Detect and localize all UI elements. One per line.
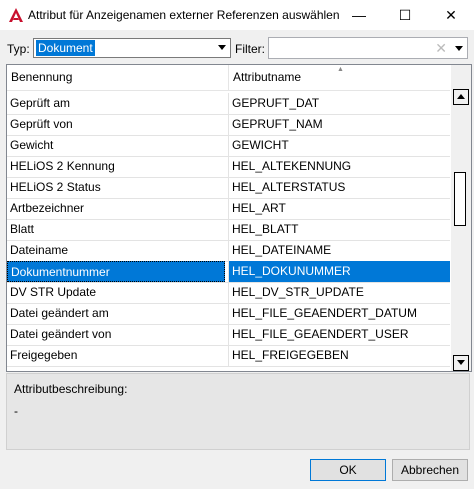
cell-attributname[interactable]: HEL_FREIGEGEBEN xyxy=(229,345,450,366)
cell-attributname[interactable]: GEWICHT xyxy=(229,135,450,156)
cell-attributname[interactable]: GEPRUFT_DAT xyxy=(229,93,450,114)
filter-toolbar: Typ: Dokument Filter: ✕ xyxy=(0,36,474,60)
cell-attributname[interactable]: HEL_DATEINAME xyxy=(229,240,450,261)
table-row[interactable]: Geprüft am GEPRUFT_DAT xyxy=(7,93,450,115)
title-bar: Attribut für Anzeigenamen externer Refer… xyxy=(0,0,474,30)
sort-ascending-icon: ▲ xyxy=(337,66,344,73)
column-header-attributname[interactable]: Attributname xyxy=(229,65,301,90)
clear-icon[interactable]: ✕ xyxy=(435,40,447,57)
table-row[interactable]: HELiOS 2 Kennung HEL_ALTEKENNUNG xyxy=(7,156,450,178)
cell-benennung[interactable]: Artbezeichner xyxy=(7,198,228,219)
grid-header: Benennung Attributname ▲ xyxy=(7,65,450,91)
minimize-button[interactable]: — xyxy=(336,0,382,30)
table-row[interactable]: Datei geändert am HEL_FILE_GEAENDERT_DATU… xyxy=(7,303,450,325)
cell-benennung[interactable]: Freigegeben xyxy=(7,345,228,366)
filter-combobox[interactable]: ✕ xyxy=(268,37,468,59)
table-row[interactable]: Gewicht GEWICHT xyxy=(7,135,450,157)
cell-attributname[interactable]: HEL_ART xyxy=(229,198,450,219)
cancel-button[interactable]: Abbrechen xyxy=(392,459,468,481)
autocad-a-icon xyxy=(9,8,23,22)
cell-attributname[interactable]: HEL_DV_STR_UPDATE xyxy=(229,282,450,303)
arrow-down-icon xyxy=(457,360,465,365)
table-row[interactable]: DV STR Update HEL_DV_STR_UPDATE xyxy=(7,282,450,304)
maximize-icon: ☐ xyxy=(398,6,412,23)
scroll-up-button[interactable] xyxy=(453,89,469,105)
cell-benennung[interactable]: Datei geändert von xyxy=(7,324,228,345)
typ-dropdown[interactable]: Dokument xyxy=(33,38,231,58)
description-panel: Attributbeschreibung: - xyxy=(6,373,470,450)
close-button[interactable]: ✕ xyxy=(428,0,474,30)
cell-benennung[interactable]: HELiOS 2 Kennung xyxy=(7,156,228,177)
chevron-down-icon[interactable] xyxy=(455,46,463,51)
cell-benennung[interactable]: Geprüft am xyxy=(7,93,228,114)
cell-benennung[interactable]: DV STR Update xyxy=(7,282,228,303)
table-row[interactable]: Freigegeben HEL_FREIGEGEBEN xyxy=(7,345,450,367)
table-row[interactable]: Dokumentnummer HEL_DOKUNUMMER xyxy=(7,261,450,283)
cell-attributname[interactable]: HEL_DOKUNUMMER xyxy=(229,261,450,282)
cell-benennung[interactable]: Geprüft von xyxy=(7,114,228,135)
cell-attributname[interactable]: HEL_ALTEKENNUNG xyxy=(229,156,450,177)
description-value: - xyxy=(14,404,18,418)
maximize-button[interactable]: ☐ xyxy=(382,0,428,30)
table-row[interactable]: Blatt HEL_BLATT xyxy=(7,219,450,241)
vertical-scrollbar[interactable] xyxy=(451,65,471,371)
table-row[interactable]: Geprüft von GEPRUFT_NAM xyxy=(7,114,450,136)
cell-attributname[interactable]: HEL_BLATT xyxy=(229,219,450,240)
cell-benennung[interactable]: Gewicht xyxy=(7,135,228,156)
attribute-grid[interactable]: Benennung Attributname ▲ Geprüft am GEPRU… xyxy=(6,64,472,372)
grid-rows: Geprüft am GEPRUFT_DAT Geprüft von GEPRUFT_… xyxy=(7,91,450,371)
minimize-icon: — xyxy=(352,7,366,23)
scroll-thumb[interactable] xyxy=(454,172,466,226)
cell-attributname[interactable]: GEPRUFT_NAM xyxy=(229,114,450,135)
arrow-up-icon xyxy=(457,94,465,99)
ok-button[interactable]: OK xyxy=(310,459,386,481)
cell-benennung[interactable]: Blatt xyxy=(7,219,228,240)
table-row[interactable]: Dateiname HEL_DATEINAME xyxy=(7,240,450,262)
window-title: Attribut für Anzeigenamen externer Refer… xyxy=(28,8,340,22)
column-header-benennung[interactable]: Benennung xyxy=(7,65,72,90)
filter-label: Filter: xyxy=(235,42,265,56)
table-row[interactable]: Datei geändert von HEL_FILE_GEAENDERT_USE… xyxy=(7,324,450,346)
table-row[interactable]: Artbezeichner HEL_ART xyxy=(7,198,450,220)
cell-benennung[interactable]: Dateiname xyxy=(7,240,228,261)
scroll-down-button[interactable] xyxy=(453,355,469,371)
close-icon: ✕ xyxy=(445,6,457,23)
cell-attributname[interactable]: HEL_ALTERSTATUS xyxy=(229,177,450,198)
cell-benennung[interactable]: Dokumentnummer xyxy=(7,261,225,282)
table-row[interactable]: HELiOS 2 Status HEL_ALTERSTATUS xyxy=(7,177,450,199)
chevron-down-icon xyxy=(218,45,226,50)
cell-benennung[interactable]: HELiOS 2 Status xyxy=(7,177,228,198)
typ-selected-value: Dokument xyxy=(36,40,95,56)
description-label: Attributbeschreibung: xyxy=(14,382,128,396)
cell-benennung[interactable]: Datei geändert am xyxy=(7,303,228,324)
cell-attributname[interactable]: HEL_FILE_GEAENDERT_DATUM xyxy=(229,303,450,324)
cell-attributname[interactable]: HEL_FILE_GEAENDERT_USER xyxy=(229,324,450,345)
typ-label: Typ: xyxy=(7,42,30,56)
